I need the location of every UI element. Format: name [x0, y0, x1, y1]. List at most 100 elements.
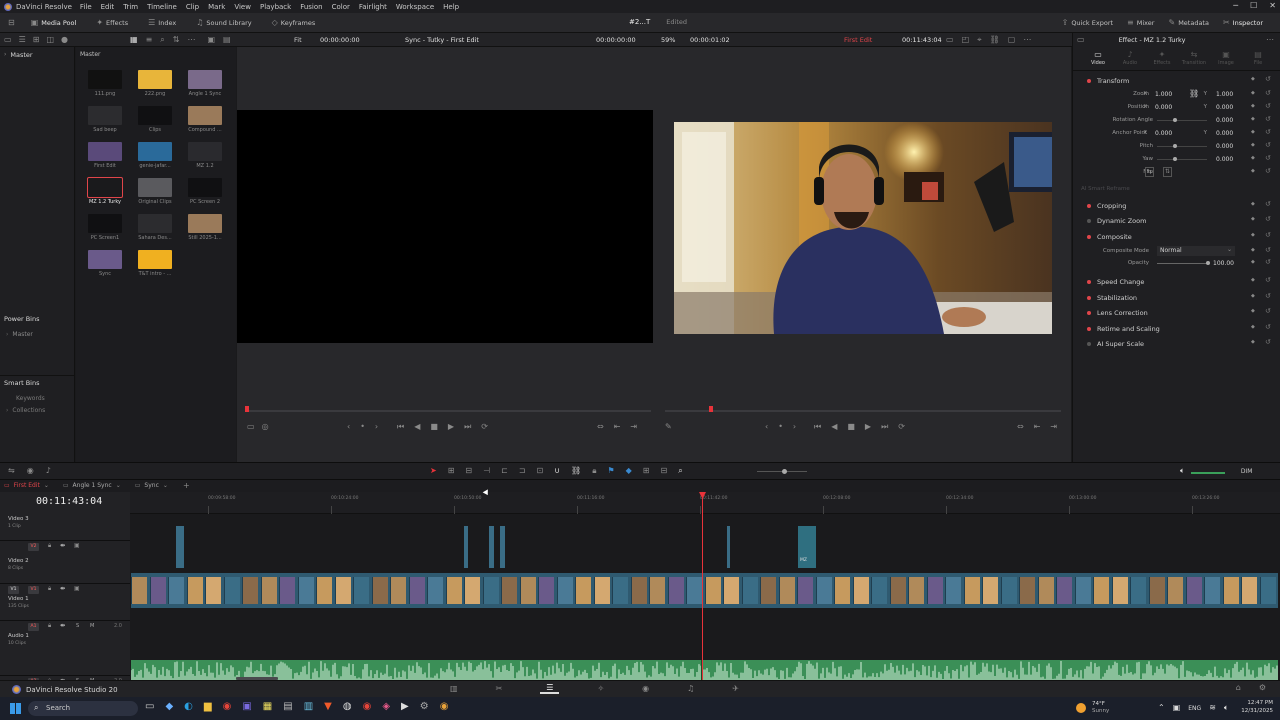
transform-overlay-icon[interactable]: ⌖	[977, 36, 982, 44]
media-pool-button[interactable]: ▣ Media Pool	[21, 13, 87, 33]
yaw-slider[interactable]	[1157, 159, 1207, 160]
smart-bin-keywords[interactable]: Keywords	[16, 395, 45, 402]
windows-start-icon[interactable]	[10, 703, 21, 714]
video-clip-thumbnail[interactable]	[408, 577, 425, 604]
video-clip-thumbnail[interactable]	[1222, 577, 1239, 604]
list-view-icon[interactable]: ≡	[146, 36, 153, 44]
video-clip-thumbnail[interactable]	[1093, 577, 1109, 604]
video-clip-thumbnail[interactable]	[556, 577, 573, 604]
media-clip-thumbnail[interactable]	[138, 70, 172, 89]
video-clip-thumbnail[interactable]	[223, 577, 240, 604]
source-patch-v1[interactable]: V1	[8, 586, 19, 594]
panel-toggle-icon[interactable]: ▭	[4, 36, 12, 44]
blade-tool-icon[interactable]: ⊣	[483, 467, 490, 475]
copilot-icon[interactable]: ◆	[165, 702, 173, 712]
chevron-right-icon[interactable]: ›	[6, 331, 8, 338]
keyframe-diamond-icon[interactable]: ◆	[1251, 91, 1255, 96]
minimize-icon[interactable]: ─	[1233, 1, 1238, 10]
notes-icon[interactable]: ▦	[263, 702, 272, 712]
search-icon[interactable]: ⌕	[160, 36, 164, 44]
jog-left-icon[interactable]: ‹	[347, 423, 350, 431]
dynamic-trim-icon[interactable]: ⊟	[465, 467, 472, 475]
video-clip-thumbnail[interactable]	[982, 577, 998, 604]
power-bins-title[interactable]: Power Bins	[4, 315, 40, 323]
index-button[interactable]: ☰ Index	[138, 13, 186, 33]
position-y-field[interactable]: 0.000	[1216, 104, 1233, 111]
video-clip-thumbnail[interactable]	[834, 577, 850, 604]
play-reverse-icon[interactable]: ◀	[414, 423, 420, 431]
video-clip-thumbnail[interactable]	[260, 577, 277, 604]
timeline-tab[interactable]: ▭ Angle 1 Sync ⌄	[63, 482, 121, 489]
media-clip-thumbnail[interactable]	[188, 178, 222, 197]
keyframe-diamond-icon[interactable]: ◆	[1251, 233, 1255, 238]
video-clip-thumbnail[interactable]	[723, 577, 739, 604]
thumbnail-view-icon[interactable]: ▦	[130, 36, 138, 44]
enabled-dot-icon[interactable]	[1087, 280, 1091, 284]
auto-select-icon[interactable]: ⇹	[60, 543, 65, 549]
video-clip-thumbnail[interactable]	[1019, 577, 1035, 604]
video-clip-thumbnail[interactable]	[1074, 577, 1091, 604]
media-player-icon[interactable]: ▶	[401, 702, 409, 712]
metadata-view-icon[interactable]: ◫	[46, 36, 54, 44]
sound-library-button[interactable]: ♫ Sound Library	[186, 13, 261, 33]
video-clip-thumbnail[interactable]	[353, 577, 369, 604]
video-clip-thumbnail[interactable]	[427, 577, 443, 604]
menu-clip[interactable]: Clip	[186, 3, 199, 11]
link-icon[interactable]: ⛓	[990, 36, 1000, 44]
prog-skip-start-icon[interactable]: ⏮	[814, 423, 821, 431]
composite-mode-dropdown[interactable]: Normal ⌄	[1157, 246, 1235, 256]
wifi-icon[interactable]: ≋	[1209, 704, 1216, 712]
chevron-down-icon[interactable]: ⌄	[116, 482, 121, 489]
color-page-icon[interactable]: ◉	[642, 685, 649, 693]
audio-meter-icon[interactable]: ♪	[46, 467, 51, 475]
menu-file[interactable]: File	[80, 3, 92, 11]
prog-jog-right-icon[interactable]: ›	[793, 423, 796, 431]
video-clip-thumbnail[interactable]	[1241, 577, 1257, 604]
media-clip-thumbnail[interactable]	[88, 250, 122, 269]
edit-page-icon[interactable]: ☰	[540, 684, 560, 694]
collapse-panel-icon[interactable]: ⊟	[8, 19, 15, 27]
notepad-icon[interactable]: ▥	[304, 702, 313, 712]
reset-icon[interactable]: ↺	[1265, 116, 1271, 123]
keyframe-diamond-icon[interactable]: ◆	[1251, 202, 1255, 207]
jog-right-icon[interactable]: ›	[375, 423, 378, 431]
program-timecode[interactable]: 00:11:43:04	[902, 36, 942, 44]
fairlight-page-icon[interactable]: ♫	[687, 685, 694, 693]
enabled-dot-icon[interactable]	[1087, 79, 1091, 83]
keyframe-diamond-icon[interactable]: ◆	[1251, 169, 1255, 174]
video-clip-thumbnail[interactable]	[630, 577, 647, 604]
cropping-section[interactable]: Cropping	[1073, 199, 1280, 213]
mark-in-icon[interactable]: ⇤	[614, 423, 621, 431]
position-x-field[interactable]: 0.000	[1155, 104, 1172, 111]
video-clip-thumbnail[interactable]	[889, 577, 906, 604]
menu-edit[interactable]: Edit	[101, 3, 115, 11]
keyframe-diamond-icon[interactable]: ◆	[1251, 156, 1255, 161]
flip-vertical-icon[interactable]: ⇅	[1163, 167, 1173, 177]
reset-icon[interactable]: ↺	[1265, 90, 1271, 97]
keyframe-diamond-icon[interactable]: ◆	[1251, 309, 1255, 314]
prog-loop-icon[interactable]: ⟳	[898, 423, 905, 431]
menu-view[interactable]: View	[234, 3, 251, 11]
v2-clip[interactable]	[464, 526, 468, 568]
match-frame-icon[interactable]: ⇔	[597, 423, 604, 431]
more-icon[interactable]: ⋯	[1023, 36, 1031, 44]
skip-start-icon[interactable]: ⏮	[397, 423, 404, 431]
disabled-dot-icon[interactable]	[1087, 219, 1091, 223]
video-clip-thumbnail[interactable]	[464, 577, 480, 604]
slider-handle-icon[interactable]	[782, 469, 787, 474]
enabled-dot-icon[interactable]	[1087, 311, 1091, 315]
transform-section[interactable]: Transform	[1073, 74, 1280, 88]
media-clip-thumbnail[interactable]	[88, 142, 122, 161]
stabilization-section[interactable]: Stabilization	[1073, 291, 1280, 305]
video-clip-thumbnail[interactable]	[686, 577, 702, 604]
marker-icon[interactable]: ◆	[626, 467, 632, 475]
video-clip-thumbnail[interactable]	[316, 577, 332, 604]
pitch-field[interactable]: 0.000	[1216, 143, 1233, 150]
video-clip-thumbnail[interactable]	[575, 577, 591, 604]
pitch-slider[interactable]	[1157, 146, 1207, 147]
video-clip-thumbnail[interactable]	[704, 577, 721, 604]
selection-tool-icon[interactable]: ➤	[430, 467, 437, 475]
reset-icon[interactable]: ↺	[1265, 142, 1271, 149]
metadata-button[interactable]: ✎ Metadata	[1161, 13, 1215, 33]
jog-dot-icon[interactable]: •	[360, 423, 365, 431]
